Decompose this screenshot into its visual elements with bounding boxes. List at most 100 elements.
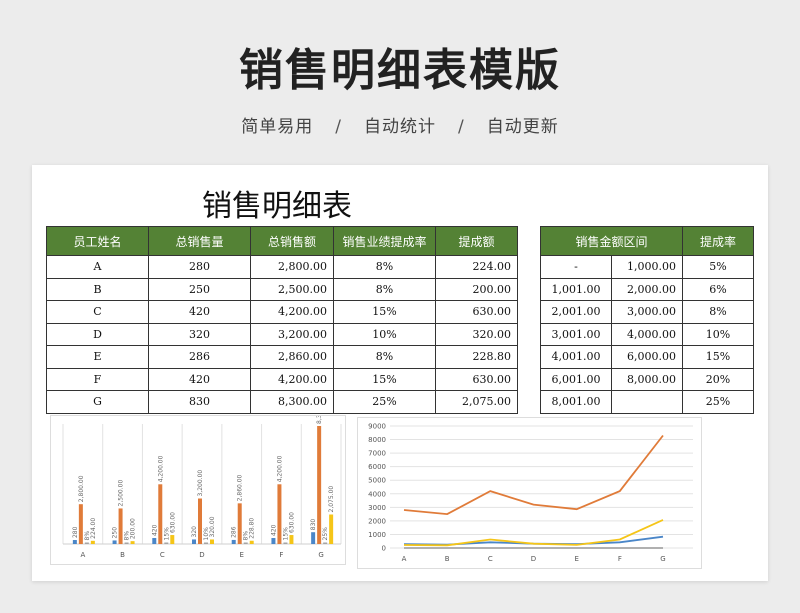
subtitle-item: 简单易用: [241, 117, 314, 137]
table-cell[interactable]: 8%: [333, 277, 436, 301]
bar: [277, 484, 282, 544]
table-cell[interactable]: -: [540, 255, 612, 279]
table-cell[interactable]: 4,000.00: [611, 322, 683, 346]
data-label: 2,800.00: [78, 475, 85, 502]
data-label: 320: [191, 526, 198, 538]
table-cell[interactable]: 2,860.00: [250, 345, 334, 369]
column-header: 提成率: [682, 226, 754, 256]
data-label: 224.00: [90, 518, 97, 539]
table-cell[interactable]: 2,500.00: [250, 277, 334, 301]
table-cell[interactable]: 4,001.00: [540, 345, 612, 369]
table-row: -1,000.00 5%: [540, 255, 754, 279]
table-cell[interactable]: F: [46, 367, 149, 391]
bar: [271, 538, 276, 544]
table-cell[interactable]: 1,001.00: [540, 277, 612, 301]
bar-chart: 280 2,800.00 8% 224.00 A 250 2,500.00 8% 200.00 B…: [50, 397, 346, 565]
bar: [311, 532, 316, 544]
series-line: [403, 434, 664, 516]
bar: [130, 541, 135, 544]
table-row: B 250 2,500.00 8% 200.00: [46, 277, 518, 301]
tick-label: 6000: [368, 463, 386, 471]
column-header: 销售金额区间: [540, 226, 683, 256]
table-cell[interactable]: B: [46, 277, 149, 301]
tick-label: C: [160, 551, 165, 559]
table-cell[interactable]: 420: [148, 300, 251, 324]
table-cell[interactable]: 8,001.00: [540, 390, 612, 414]
table-cell[interactable]: 8,000.00: [611, 367, 683, 391]
table-cell[interactable]: 8,300.00: [250, 390, 334, 414]
table-cell[interactable]: 3,000.00: [611, 300, 683, 324]
table-cell[interactable]: 3,001.00: [540, 322, 612, 346]
data-label: 420: [270, 524, 277, 536]
table-cell[interactable]: 830: [148, 390, 251, 414]
table-cell[interactable]: 10%: [333, 322, 436, 346]
table-cell[interactable]: 8%: [333, 255, 436, 279]
table-cell[interactable]: 286: [148, 345, 251, 369]
table-cell[interactable]: 630.00: [435, 300, 518, 324]
table-cell[interactable]: 3,200.00: [250, 322, 334, 346]
table-cell[interactable]: 8%: [333, 345, 436, 369]
table-cell[interactable]: 2,075.00: [435, 390, 518, 414]
table-row: 6,001.00 8,000.00 20%: [540, 367, 754, 391]
bar: [90, 540, 95, 544]
bar: [164, 542, 169, 544]
table-cell[interactable]: C: [46, 300, 149, 324]
table-cell[interactable]: 2,800.00: [250, 255, 334, 279]
table-cell[interactable]: 6,000.00: [611, 345, 683, 369]
tick-label: 3000: [368, 504, 386, 512]
table-cell[interactable]: 15%: [682, 345, 754, 369]
data-label: 630.00: [169, 512, 176, 533]
tick-label: 9000: [368, 423, 386, 431]
sheet-title: 销售明细表: [202, 189, 352, 224]
table-cell[interactable]: 1,000.00: [611, 255, 683, 279]
table-cell[interactable]: 320.00: [435, 322, 518, 346]
bar: [204, 542, 208, 544]
table-cell[interactable]: 8%: [682, 300, 754, 324]
table-cell[interactable]: 4,200.00: [250, 367, 334, 391]
line-chart: 0 1000 2000 3000 4000 5000 6000 7000 8000 9000 A B C…: [357, 417, 702, 569]
table-cell[interactable]: 200.00: [435, 277, 518, 301]
table-cell[interactable]: G: [46, 390, 149, 414]
table-cell[interactable]: 25%: [333, 390, 436, 414]
table-row: C 420 4,200.00 15% 630.00: [46, 300, 518, 324]
table-cell[interactable]: 280: [148, 255, 251, 279]
table-cell[interactable]: 15%: [333, 367, 436, 391]
table-cell[interactable]: A: [46, 255, 149, 279]
table-cell[interactable]: [611, 390, 683, 414]
table-cell[interactable]: 630.00: [435, 367, 518, 391]
table-cell[interactable]: 25%: [682, 390, 754, 414]
bar: [283, 542, 288, 544]
table-cell[interactable]: 15%: [333, 300, 436, 324]
table-row: 4,001.00 6,000.00 15%: [540, 345, 754, 369]
table-cell[interactable]: D: [46, 322, 149, 346]
table-cell[interactable]: 5%: [682, 255, 754, 279]
table-cell[interactable]: 10%: [682, 322, 754, 346]
tick-label: G: [660, 555, 665, 563]
subtitle-separator: /: [335, 117, 342, 137]
table-row: F 420 4,200.00 15% 630.00: [46, 367, 518, 391]
table-cell[interactable]: 250: [148, 277, 251, 301]
tick-label: D: [531, 555, 536, 563]
data-label: 25%: [322, 527, 329, 541]
table-cell[interactable]: 320: [148, 322, 251, 346]
tick-label: 8000: [368, 436, 386, 444]
tick-label: 4000: [368, 490, 386, 498]
data-label: 630.00: [288, 512, 295, 533]
bar: [243, 542, 248, 544]
tick-label: B: [120, 551, 125, 559]
table-cell[interactable]: 2,000.00: [611, 277, 683, 301]
data-label: 4,200.00: [276, 455, 283, 482]
tick-label: 1000: [368, 531, 386, 539]
table-cell[interactable]: E: [46, 345, 149, 369]
tick-label: D: [199, 551, 204, 559]
table-cell[interactable]: 6%: [682, 277, 754, 301]
column-header: 销售业绩提成率: [333, 226, 436, 256]
table-cell[interactable]: 4,200.00: [250, 300, 334, 324]
table-cell[interactable]: 20%: [682, 367, 754, 391]
table-cell[interactable]: 420: [148, 367, 251, 391]
table-cell[interactable]: 6,001.00: [540, 367, 612, 391]
table-cell[interactable]: 224.00: [435, 255, 518, 279]
table-cell[interactable]: 228.80: [435, 345, 518, 369]
tick-label: A: [80, 551, 85, 559]
table-cell[interactable]: 2,001.00: [540, 300, 612, 324]
